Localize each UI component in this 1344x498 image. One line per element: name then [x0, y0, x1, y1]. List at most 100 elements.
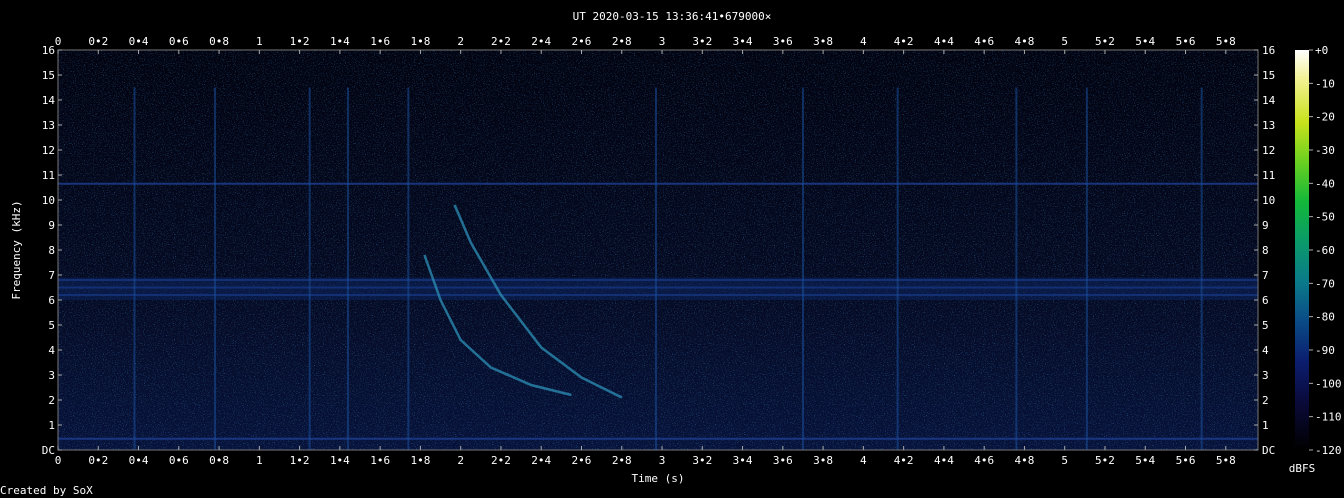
impulse-line — [801, 87, 804, 450]
y-left-tick-label: 14 — [42, 94, 56, 107]
spectrogram-figure: UT 2020-03-15 13:36:41•679000× 0 0•2 0•4 0•… — [0, 10, 1342, 497]
colorbar-unit: dBFS — [1289, 462, 1316, 475]
y-right-tick-label: 4 — [1262, 344, 1269, 357]
x-top-tick-label: 4•8 — [1015, 35, 1035, 48]
y-right-tick-label: 5 — [1262, 319, 1269, 332]
x-bottom-tick-label: 1•2 — [290, 454, 310, 467]
colorbar-tick-label: -80 — [1315, 311, 1335, 324]
x-bottom-tick-label: 3 — [659, 454, 666, 467]
y-left-tick-label: 10 — [42, 194, 55, 207]
x-bottom-tick-label: 3•4 — [733, 454, 753, 467]
x-bottom-tick-label: 3•8 — [813, 454, 833, 467]
x-top-tick-label: 3•6 — [773, 35, 793, 48]
y-right-tick-label: DC — [1262, 444, 1275, 457]
y-left-tick-label: 1 — [48, 419, 55, 432]
x-bottom-tick-label: 2•4 — [531, 454, 551, 467]
x-top-tick-label: 5•2 — [1095, 35, 1115, 48]
colorbar-tick-label: -30 — [1315, 144, 1335, 157]
x-bottom-tick-label: 0•4 — [129, 454, 149, 467]
x-bottom-tick-label: 3•2 — [692, 454, 712, 467]
x-top-tick-label: 2•4 — [531, 35, 551, 48]
x-top-tick-label: 1•4 — [330, 35, 350, 48]
x-bottom-tick-label: 3•6 — [773, 454, 793, 467]
impulse-line — [1200, 87, 1203, 450]
x-top-tick-label: 1 — [256, 35, 263, 48]
colorbar-tick-label: -40 — [1315, 177, 1335, 190]
x-bottom-tick-label: 4•2 — [894, 454, 914, 467]
x-bottom-tick-label: 2 — [457, 454, 464, 467]
x-top-tick-label: 4•6 — [974, 35, 994, 48]
x-bottom-tick-label: 1•6 — [370, 454, 390, 467]
x-bottom-tick-label: 2•6 — [572, 454, 592, 467]
impulse-line — [214, 87, 217, 450]
x-top-tick-label: 4 — [860, 35, 867, 48]
x-top-tick-label: 0•2 — [88, 35, 108, 48]
x-top-tick-label: 2 — [457, 35, 464, 48]
impulse-line — [346, 87, 349, 450]
colorbar-tick-label: -120 — [1315, 444, 1342, 457]
y-left-tick-label: DC — [42, 444, 55, 457]
x-top-tick-label: 4•4 — [934, 35, 954, 48]
x-bottom-tick-label: 0 — [55, 454, 62, 467]
plot-noise — [58, 50, 1258, 450]
colorbar-tick-label: -50 — [1315, 211, 1335, 224]
colorbar-tick-label: -90 — [1315, 344, 1335, 357]
impulse-line — [896, 87, 899, 450]
y-right-tick-label: 15 — [1262, 69, 1275, 82]
y-left-tick-label: 13 — [42, 119, 55, 132]
x-bottom-tick-label: 4•6 — [974, 454, 994, 467]
x-top-tick-label: 1•8 — [410, 35, 430, 48]
x-bottom-tick-label: 1 — [256, 454, 263, 467]
y-left-tick-label: 2 — [48, 394, 55, 407]
colorbar-tick-label: -100 — [1315, 377, 1342, 390]
chart-title: UT 2020-03-15 13:36:41•679000× — [573, 10, 772, 23]
x-top-tick-label: 2•8 — [612, 35, 632, 48]
y-left-tick-label: 3 — [48, 369, 55, 382]
impulse-line — [654, 87, 657, 450]
y-right-tick-label: 12 — [1262, 144, 1275, 157]
x-top-tick-label: 4•2 — [894, 35, 914, 48]
y-left-tick-label: 16 — [42, 44, 55, 57]
x-top-tick-label: 3 — [659, 35, 666, 48]
y-left-tick-label: 4 — [48, 344, 55, 357]
x-axis-title: Time (s) — [632, 472, 685, 485]
impulse-line — [1085, 87, 1088, 450]
impulse-line — [1015, 87, 1018, 450]
hum-line — [58, 437, 1258, 440]
colorbar-tick-label: -110 — [1315, 411, 1342, 424]
colorbar-tick-label: -60 — [1315, 244, 1335, 257]
colorbar-tick-label: +0 — [1315, 44, 1328, 57]
colorbar-tick-label: -10 — [1315, 77, 1335, 90]
x-bottom-tick-label: 1•8 — [410, 454, 430, 467]
colorbar — [1295, 50, 1309, 450]
x-bottom-tick-label: 5 — [1061, 454, 1068, 467]
x-bottom-tick-label: 5•8 — [1216, 454, 1236, 467]
y-right-tick-label: 7 — [1262, 269, 1269, 282]
credit-text: Created by SoX — [0, 484, 93, 497]
x-bottom-tick-label: 5•6 — [1176, 454, 1196, 467]
x-top-tick-label: 2•6 — [572, 35, 592, 48]
y-right-tick-label: 2 — [1262, 394, 1269, 407]
x-top-tick-label: 1•2 — [290, 35, 310, 48]
x-top-tick-label: 2•2 — [491, 35, 511, 48]
x-bottom-tick-label: 2•2 — [491, 454, 511, 467]
y-right-tick-label: 11 — [1262, 169, 1275, 182]
x-top-tick-label: 5•4 — [1135, 35, 1155, 48]
x-top-tick-label: 5 — [1061, 35, 1068, 48]
x-top-tick-label: 0•8 — [209, 35, 229, 48]
x-top-tick-label: 3•2 — [692, 35, 712, 48]
x-top-tick-label: 5•8 — [1216, 35, 1236, 48]
y-right-tick-label: 1 — [1262, 419, 1269, 432]
y-left-tick-label: 5 — [48, 319, 55, 332]
y-right-tick-label: 8 — [1262, 244, 1269, 257]
y-left-tick-label: 7 — [48, 269, 55, 282]
colorbar-tick-label: -20 — [1315, 111, 1335, 124]
y-axis-title: Frequency (kHz) — [10, 200, 23, 299]
y-right-tick-label: 13 — [1262, 119, 1275, 132]
y-left-tick-label: 9 — [48, 219, 55, 232]
impulse-line — [407, 87, 410, 450]
x-top-tick-label: 3•4 — [733, 35, 753, 48]
y-right-tick-label: 14 — [1262, 94, 1276, 107]
x-bottom-tick-label: 4•8 — [1015, 454, 1035, 467]
x-top-tick-label: 1•6 — [370, 35, 390, 48]
